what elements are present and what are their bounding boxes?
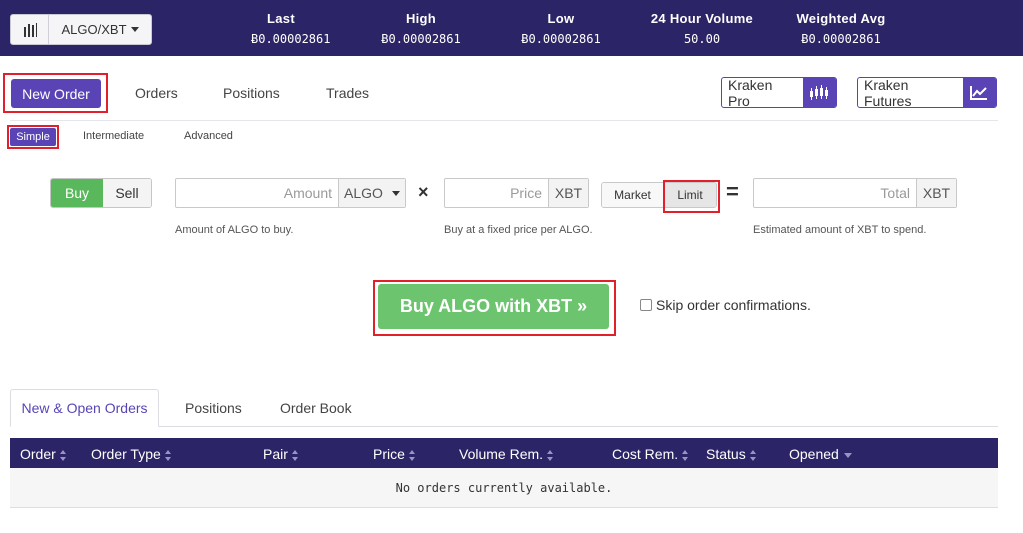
total-field-group: XBT <box>753 178 957 208</box>
column-label: Price <box>373 446 405 462</box>
column-label: Opened <box>789 446 839 462</box>
sort-icon <box>59 449 67 461</box>
pair-selector[interactable]: ALGO/XBT <box>10 14 152 45</box>
highlight-box-limit <box>663 180 720 213</box>
stat-label: Last <box>267 11 295 26</box>
sell-button[interactable]: Sell <box>103 179 151 207</box>
total-input[interactable] <box>754 179 916 207</box>
buy-sell-toggle: Buy Sell <box>50 178 152 208</box>
column-cost-rem[interactable]: Cost Rem. <box>612 446 689 462</box>
sort-icon <box>164 449 172 461</box>
column-label: Pair <box>263 446 288 462</box>
sort-icon <box>547 449 554 461</box>
highlight-box-new-order <box>3 73 108 113</box>
total-unit-label: XBT <box>916 179 956 207</box>
column-opened[interactable]: Opened <box>789 446 852 462</box>
market-header: ALGO/XBT Last Ƀ0.00002861 High Ƀ0.000028… <box>0 0 1023 56</box>
amount-field-group: ALGO <box>175 178 406 208</box>
column-pair[interactable]: Pair <box>263 446 299 462</box>
kraken-pro-button[interactable]: Kraken Pro <box>721 77 837 108</box>
stat-weighted-avg: Weighted Avg Ƀ0.00002861 <box>786 11 896 46</box>
orders-table-header: Order Order Type Pair Price Volume Rem. … <box>10 438 998 468</box>
pair-dropdown[interactable]: ALGO/XBT <box>49 15 151 44</box>
stat-value: Ƀ0.00002861 <box>801 32 881 46</box>
buy-button[interactable]: Buy <box>51 179 103 207</box>
kraken-futures-label: Kraken Futures <box>864 77 912 108</box>
amount-unit-label: ALGO <box>344 185 383 201</box>
column-label: Status <box>706 446 746 462</box>
tab-bottom-positions[interactable]: Positions <box>185 400 242 416</box>
price-unit-label: XBT <box>548 179 588 207</box>
stat-value: Ƀ0.00002861 <box>381 32 461 46</box>
sort-icon <box>291 449 299 461</box>
column-volume-rem[interactable]: Volume Rem. <box>459 446 554 462</box>
column-label: Cost Rem. <box>612 446 679 462</box>
stat-high: High Ƀ0.00002861 <box>376 11 466 46</box>
sort-icon <box>408 449 416 461</box>
stat-value: 50.00 <box>683 32 721 46</box>
price-field-group: XBT <box>444 178 589 208</box>
chevron-down-icon <box>392 190 400 196</box>
empty-message: No orders currently available. <box>395 480 613 495</box>
stat-value: Ƀ0.00002861 <box>251 32 331 46</box>
column-status[interactable]: Status <box>706 446 757 462</box>
column-price[interactable]: Price <box>373 446 416 462</box>
pair-label: ALGO/XBT <box>61 22 127 37</box>
total-hint: Estimated amount of XBT to spend. <box>753 224 927 236</box>
orders-table-empty-row: No orders currently available. <box>10 468 998 508</box>
tab-trades[interactable]: Trades <box>326 85 369 101</box>
tab-orders[interactable]: Orders <box>135 85 178 101</box>
column-order-type[interactable]: Order Type <box>91 446 172 462</box>
price-hint: Buy at a fixed price per ALGO. <box>444 224 593 236</box>
skip-confirmations-option[interactable]: Skip order confirmations. <box>640 297 811 313</box>
bar-chart-icon[interactable] <box>11 15 49 44</box>
price-input[interactable] <box>445 179 548 207</box>
tab-positions[interactable]: Positions <box>223 85 280 101</box>
stat-label: High <box>405 11 437 26</box>
sort-descending-icon <box>843 452 852 458</box>
column-label: Order Type <box>91 446 161 462</box>
kraken-futures-button[interactable]: Kraken Futures <box>857 77 997 108</box>
kraken-pro-label: Kraken Pro <box>728 77 773 108</box>
stat-last: Last Ƀ0.00002861 <box>251 11 331 46</box>
sort-icon <box>749 449 757 461</box>
column-label: Order <box>20 446 56 462</box>
stat-low: Low Ƀ0.00002861 <box>516 11 606 46</box>
column-label: Volume Rem. <box>459 446 544 462</box>
sort-icon <box>682 449 689 461</box>
stat-value: Ƀ0.00002861 <box>521 32 601 46</box>
subtab-advanced[interactable]: Advanced <box>184 130 233 142</box>
line-chart-icon <box>962 78 996 107</box>
multiply-sign: × <box>418 182 429 202</box>
candlestick-icon <box>802 78 836 107</box>
highlight-box-simple <box>7 125 59 149</box>
subtab-intermediate[interactable]: Intermediate <box>83 130 144 142</box>
highlight-box-submit <box>373 280 616 336</box>
stat-label: 24 Hour Volume <box>650 11 754 26</box>
equals-sign: = <box>726 179 739 204</box>
amount-input[interactable] <box>176 179 338 207</box>
skip-confirmations-label: Skip order confirmations. <box>656 297 811 313</box>
stat-label: Low <box>547 11 575 26</box>
chevron-down-icon <box>130 27 139 32</box>
divider <box>10 120 998 121</box>
skip-confirmations-checkbox[interactable] <box>640 299 652 311</box>
tab-new-open-orders[interactable]: New & Open Orders <box>10 389 159 427</box>
stat-label: Weighted Avg <box>796 11 886 26</box>
market-button[interactable]: Market <box>602 183 664 207</box>
stat-24h-volume: 24 Hour Volume 50.00 <box>636 11 768 46</box>
column-order[interactable]: Order <box>20 446 67 462</box>
amount-unit-dropdown[interactable]: ALGO <box>338 179 405 207</box>
amount-hint: Amount of ALGO to buy. <box>175 224 294 236</box>
tab-order-book[interactable]: Order Book <box>280 400 352 416</box>
